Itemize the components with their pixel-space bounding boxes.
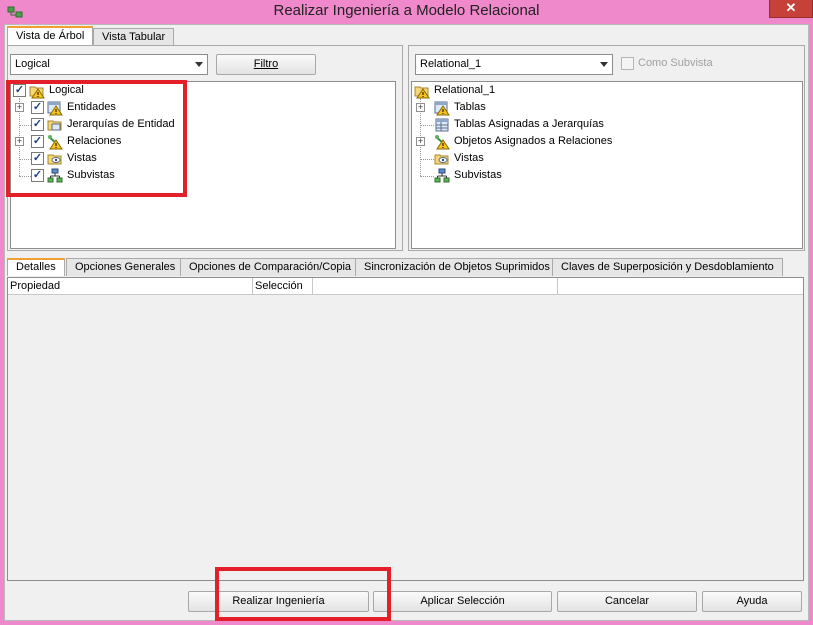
close-button[interactable]: ✕ (769, 0, 813, 18)
checkbox-relaciones[interactable]: ✓ (31, 135, 44, 148)
tree-item-label: Tablas Asignadas a Jerarquías (454, 118, 604, 130)
tree-item-label: Tablas (454, 101, 486, 113)
tree-connector (420, 125, 434, 126)
tab-detalles[interactable]: Detalles (7, 258, 65, 276)
expand-icon[interactable]: + (416, 137, 425, 146)
table-icon (435, 118, 449, 132)
tab-vista-tabular[interactable]: Vista Tabular (93, 28, 175, 45)
checkbox-entidades[interactable]: ✓ (31, 101, 44, 114)
tree-item-label: Relational_1 (434, 84, 496, 96)
right-panel: Relational_1 Como Subvista Relational_1 … (408, 45, 805, 251)
folder-warning-icon (414, 86, 430, 99)
tree-item-label: Jerarquías de Entidad (67, 118, 175, 130)
folder-warning-icon (29, 86, 45, 99)
tree-item-label: Relaciones (67, 135, 122, 147)
chevron-down-icon (195, 62, 203, 67)
logical-model-select-value: Logical (15, 58, 50, 70)
tree-item-label: Logical (49, 84, 84, 96)
aplicar-seleccion-button[interactable]: Aplicar Selección (373, 591, 552, 612)
checkbox-vistas[interactable]: ✓ (31, 152, 44, 165)
column-header-empty[interactable] (558, 278, 803, 295)
checkbox-jerarquias[interactable]: ✓ (31, 118, 44, 131)
cancelar-button[interactable]: Cancelar (557, 591, 697, 612)
tree-item-label: Entidades (67, 101, 116, 113)
relation-warning-icon (435, 135, 450, 150)
tree-connector (420, 176, 434, 177)
tab-vista-arbol[interactable]: Vista de Árbol (7, 26, 94, 45)
ayuda-button[interactable]: Ayuda (702, 591, 802, 612)
tree-item-label: Vistas (454, 152, 484, 164)
filter-button[interactable]: Filtro (216, 54, 316, 75)
relational-model-select[interactable]: Relational_1 (415, 54, 613, 75)
properties-grid[interactable]: Propiedad Selección (7, 277, 804, 581)
tree-item-label: Vistas (67, 152, 97, 164)
folder-icon (47, 120, 62, 131)
realizar-ingenieria-button[interactable]: Realizar Ingeniería (188, 591, 369, 612)
tab-sincronizacion[interactable]: Sincronización de Objetos Suprimidos (355, 258, 559, 276)
como-subvista-checkbox[interactable] (621, 57, 634, 70)
view-icon (434, 154, 449, 165)
subview-icon (47, 168, 63, 183)
relation-warning-icon (48, 135, 63, 150)
expand-icon[interactable]: + (15, 137, 24, 146)
title-bar[interactable]: Realizar Ingeniería a Modelo Relacional … (0, 0, 813, 22)
tree-item-label: Subvistas (454, 169, 502, 181)
expand-icon[interactable]: + (15, 103, 24, 112)
relational-tree[interactable]: Relational_1 + Tablas Tablas Asignadas a… (411, 81, 803, 249)
tree-item-label: Subvistas (67, 169, 115, 181)
relational-model-select-value: Relational_1 (420, 58, 482, 70)
como-subvista-label: Como Subvista (638, 57, 713, 69)
filter-button-label: Filtro (253, 58, 279, 70)
logical-model-select[interactable]: Logical (10, 54, 208, 75)
left-panel: Logical Filtro ✓ Logical + ✓ Entidades ✓… (7, 45, 403, 251)
column-header-propiedad[interactable]: Propiedad (8, 278, 253, 295)
view-icon (47, 154, 62, 165)
tab-opciones-generales[interactable]: Opciones Generales (66, 258, 185, 276)
checkbox-logical[interactable]: ✓ (13, 84, 26, 97)
subview-icon (434, 168, 450, 183)
column-header-seleccion[interactable]: Selección (253, 278, 313, 295)
chevron-down-icon (600, 62, 608, 67)
logical-tree[interactable]: ✓ Logical + ✓ Entidades ✓ Jerarquías de … (10, 81, 396, 249)
table-warning-icon (434, 101, 450, 116)
dialog-body: Vista de Árbol Vista Tabular Logical Fil… (4, 24, 809, 621)
tree-connector (420, 159, 434, 160)
checkbox-subvistas[interactable]: ✓ (31, 169, 44, 182)
expand-icon[interactable]: + (416, 103, 425, 112)
tree-item-label: Objetos Asignados a Relaciones (454, 135, 613, 147)
column-header-empty[interactable] (313, 278, 558, 295)
window-title: Realizar Ingeniería a Modelo Relacional (273, 2, 540, 19)
tab-claves-superposicion[interactable]: Claves de Superposición y Desdoblamiento (552, 258, 783, 276)
table-warning-icon (47, 101, 63, 116)
tab-opciones-comparacion[interactable]: Opciones de Comparación/Copia (180, 258, 361, 276)
